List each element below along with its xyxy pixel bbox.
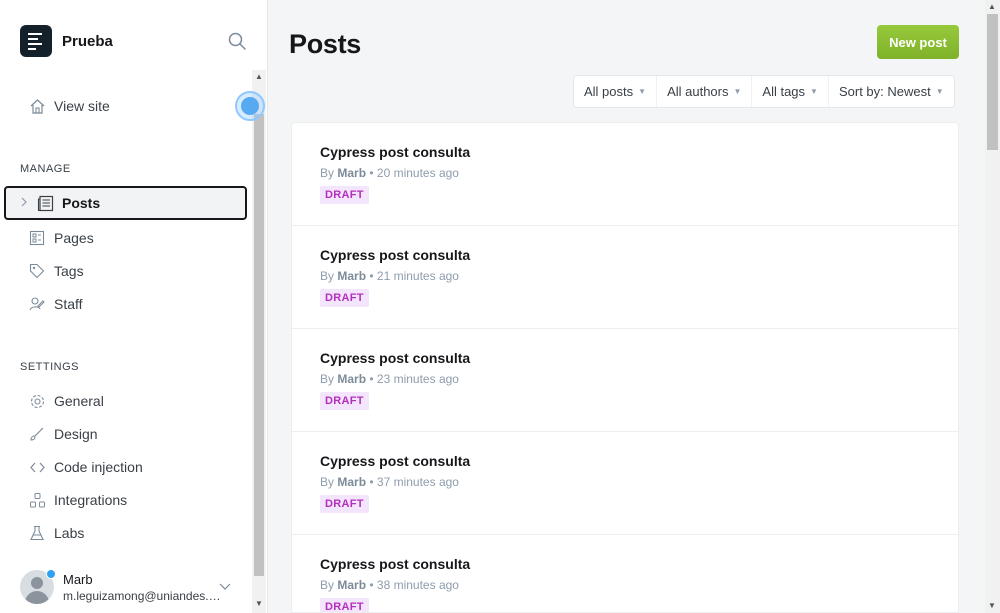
posts-list: Cypress post consulta By Marb • 20 minut… [291,122,959,613]
post-title[interactable]: Cypress post consulta [320,350,958,366]
sidebar: Prueba View site MANAGE Pages Tags Staff… [0,0,268,613]
filter-tags-select[interactable]: All tags ▼ [752,76,829,107]
sidebar-item-label: Staff [54,296,83,312]
gear-icon [28,392,46,410]
post-time: • 21 minutes ago [369,269,459,283]
posts-icon [36,194,54,212]
scroll-up-icon[interactable]: ▲ [985,0,999,14]
sidebar-item-label: Integrations [54,492,128,508]
page-title: Posts [289,29,362,59]
ghost-logo-icon [20,25,52,57]
sidebar-item-label: General [54,393,104,409]
user-menu[interactable]: Marb m.leguizamong@uniandes.edu.co [20,567,250,607]
sidebar-item-label: Tags [54,263,84,279]
brand[interactable]: Prueba [20,25,113,57]
scroll-down-icon[interactable]: ▼ [252,597,266,611]
chevron-down-icon: ▼ [935,87,944,96]
sidebar-item-code-injection[interactable]: Code injection [28,452,143,482]
chevron-right-icon[interactable] [20,197,32,210]
post-author: Marb [337,166,367,180]
sidebar-item-design[interactable]: Design [28,419,98,449]
post-meta: By Marb • 37 minutes ago [320,475,459,489]
integrations-icon [28,491,46,509]
status-dot [46,569,56,579]
sidebar-item-view-site[interactable]: View site [28,91,110,121]
scrollbar-thumb[interactable] [254,114,264,576]
staff-icon [28,295,46,313]
post-author: Marb [337,269,367,283]
sidebar-item-label: Labs [54,525,85,541]
list-item[interactable]: Cypress post consulta By Marb • 23 minut… [292,329,958,432]
post-author: Marb [337,372,367,386]
list-item[interactable]: Cypress post consulta By Marb • 21 minut… [292,226,958,329]
home-icon [28,97,46,115]
sidebar-item-integrations[interactable]: Integrations [28,485,127,515]
sidebar-item-label: Code injection [54,459,143,475]
filter-type-select[interactable]: All posts ▼ [574,76,658,107]
status-badge: DRAFT [320,495,369,513]
post-author: Marb [337,578,367,592]
post-title[interactable]: Cypress post consulta [320,144,958,160]
sidebar-item-label: Pages [54,230,94,246]
sidebar-scrollbar[interactable]: ▲ ▼ [252,70,266,613]
post-meta: By Marb • 38 minutes ago [320,578,459,592]
chevron-down-icon: ▼ [638,87,647,96]
post-time: • 23 minutes ago [369,372,459,386]
manage-heading: MANAGE [20,163,71,175]
post-filters: All posts ▼ All authors ▼ All tags ▼ Sort b… [573,75,955,108]
list-item[interactable]: Cypress post consulta By Marb • 20 minut… [292,123,958,226]
new-post-button[interactable]: New post [877,25,959,59]
scrollbar-thumb[interactable] [987,14,998,150]
pages-icon [28,229,46,247]
scroll-up-icon[interactable]: ▲ [252,70,266,84]
sidebar-item-posts[interactable]: Posts [4,186,247,220]
settings-heading: SETTINGS [20,361,80,373]
site-name: Prueba [62,32,113,50]
sidebar-item-general[interactable]: General [28,386,104,416]
post-time: • 38 minutes ago [369,578,459,592]
post-title[interactable]: Cypress post consulta [320,453,958,469]
sidebar-item-label: Posts [62,195,101,211]
status-badge: DRAFT [320,598,369,612]
post-meta: By Marb • 23 minutes ago [320,372,459,386]
post-title[interactable]: Cypress post consulta [320,247,958,263]
post-time: • 20 minutes ago [369,166,459,180]
sidebar-item-label: View site [54,98,110,114]
chevron-down-icon: ▼ [810,87,818,96]
tag-icon [28,262,46,280]
post-title[interactable]: Cypress post consulta [320,556,958,572]
sidebar-item-labs[interactable]: Labs [28,518,84,548]
focus-indicator [235,91,265,121]
sidebar-item-tags[interactable]: Tags [28,256,84,286]
post-meta: By Marb • 20 minutes ago [320,166,459,180]
chevron-down-icon[interactable] [218,579,232,593]
user-email: m.leguizamong@uniandes.edu.co [63,588,223,603]
post-author: Marb [337,475,367,489]
post-meta: By Marb • 21 minutes ago [320,269,459,283]
sidebar-item-pages[interactable]: Pages [28,223,94,253]
status-badge: DRAFT [320,289,369,307]
sidebar-item-label: Design [54,426,98,442]
sort-select[interactable]: Sort by: Newest ▼ [829,76,954,107]
status-badge: DRAFT [320,186,369,204]
filter-authors-select[interactable]: All authors ▼ [657,76,753,107]
brush-icon [28,425,46,443]
status-badge: DRAFT [320,392,369,410]
list-item[interactable]: Cypress post consulta By Marb • 38 minut… [292,535,958,612]
flask-icon [28,524,46,542]
post-time: • 37 minutes ago [369,475,459,489]
chevron-down-icon: ▼ [733,87,742,96]
main-scrollbar[interactable]: ▲ ▼ [985,0,1000,613]
code-icon [28,458,46,476]
scroll-down-icon[interactable]: ▼ [985,599,999,613]
list-item[interactable]: Cypress post consulta By Marb • 37 minut… [292,432,958,535]
sidebar-nav: View site MANAGE Pages Tags Staff SETTIN… [0,70,252,613]
search-icon[interactable] [227,31,247,51]
sidebar-item-staff[interactable]: Staff [28,289,83,319]
user-name: Marb [63,571,93,587]
